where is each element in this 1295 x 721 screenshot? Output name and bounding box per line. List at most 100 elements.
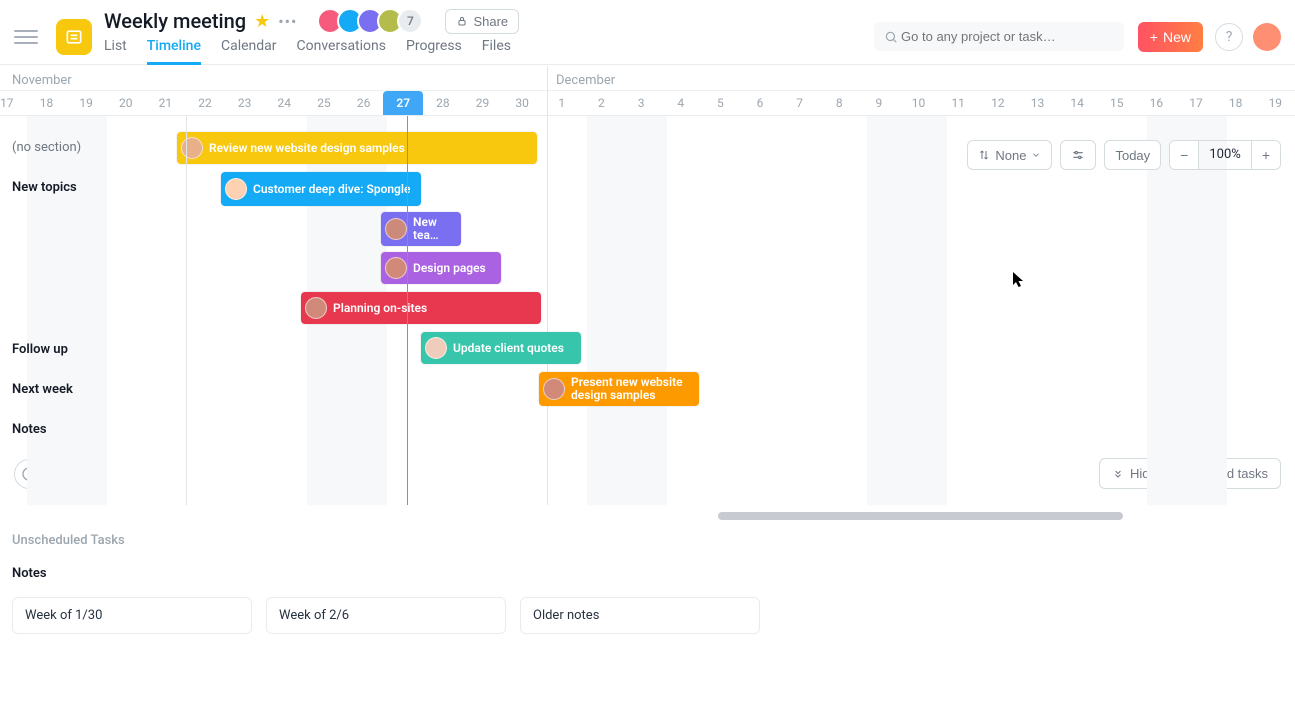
date-cell[interactable]: 21 xyxy=(146,91,186,115)
date-cell[interactable]: 4 xyxy=(661,91,701,115)
task-label: Planning on-sites xyxy=(333,301,427,315)
date-cell[interactable]: 7 xyxy=(780,91,820,115)
menu-hamburger-icon[interactable] xyxy=(14,25,38,49)
section-label[interactable]: New topics xyxy=(0,162,89,202)
date-cell[interactable]: 17 xyxy=(1176,91,1216,115)
task-bar[interactable]: Design pages xyxy=(381,252,501,284)
date-cell[interactable]: 18 xyxy=(1216,91,1256,115)
notes-heading: Notes xyxy=(12,566,1283,581)
date-cell[interactable]: 13 xyxy=(1018,91,1058,115)
tab-timeline[interactable]: Timeline xyxy=(147,38,201,65)
task-label: Review new website design samples xyxy=(209,141,405,155)
date-cell[interactable]: 30 xyxy=(502,91,542,115)
task-bar[interactable]: Update client quotes xyxy=(421,332,581,364)
task-bar[interactable]: Present new website design samples xyxy=(539,372,699,406)
search-input[interactable] xyxy=(901,29,1114,44)
weekend-stripe xyxy=(1187,116,1227,505)
date-cell[interactable]: 27 xyxy=(383,91,423,115)
help-button[interactable]: ? xyxy=(1215,23,1243,51)
app-header: Weekly meeting ★ ••• 7 Share List Timelin… xyxy=(0,0,1295,65)
date-cell[interactable]: 19 xyxy=(66,91,106,115)
task-bar[interactable]: New tea… xyxy=(381,212,461,246)
new-button[interactable]: + New xyxy=(1138,22,1203,52)
date-row: 1718192021222324252627282930123456789101… xyxy=(0,91,1295,115)
project-title[interactable]: Weekly meeting xyxy=(104,9,246,33)
date-cell[interactable]: 9 xyxy=(859,91,899,115)
tab-calendar[interactable]: Calendar xyxy=(221,38,277,65)
zoom-level: 100% xyxy=(1199,141,1251,169)
date-cell[interactable]: 5 xyxy=(701,91,741,115)
date-cell[interactable]: 28 xyxy=(423,91,463,115)
weekend-stripe xyxy=(867,116,907,505)
date-cell[interactable]: 10 xyxy=(899,91,939,115)
help-icon: ? xyxy=(1226,29,1233,45)
assignee-avatar xyxy=(225,178,247,200)
date-cell[interactable]: 29 xyxy=(463,91,503,115)
more-actions-icon[interactable]: ••• xyxy=(278,12,297,31)
current-user-avatar[interactable] xyxy=(1253,23,1281,51)
members-stack[interactable]: 7 xyxy=(323,8,423,34)
today-line xyxy=(407,116,408,505)
sort-button[interactable]: None xyxy=(967,140,1052,170)
section-label[interactable]: (no section) xyxy=(0,122,93,162)
timeline-grid[interactable]: (no section)New topics Follow upNext week… xyxy=(0,115,1295,505)
date-cell[interactable]: 26 xyxy=(344,91,384,115)
weekend-stripe xyxy=(907,116,947,505)
note-card[interactable]: Week of 1/30 xyxy=(12,597,252,634)
section-label[interactable]: Notes xyxy=(0,404,59,444)
date-cell[interactable]: 23 xyxy=(225,91,265,115)
assignee-avatar xyxy=(181,137,203,159)
share-label: Share xyxy=(473,14,508,29)
zoom-plus-button[interactable]: + xyxy=(1252,141,1280,169)
date-cell[interactable]: 22 xyxy=(185,91,225,115)
sort-label: None xyxy=(995,148,1026,163)
tab-files[interactable]: Files xyxy=(482,38,511,65)
search-box[interactable] xyxy=(874,22,1124,51)
note-card[interactable]: Older notes xyxy=(520,597,760,634)
project-icon[interactable] xyxy=(56,19,92,55)
date-cell[interactable]: 15 xyxy=(1097,91,1137,115)
zoom-out-button[interactable]: − xyxy=(1170,141,1199,169)
weekend-stripe xyxy=(587,116,627,505)
date-cell[interactable]: 25 xyxy=(304,91,344,115)
task-label: Design pages xyxy=(413,261,486,275)
date-cell[interactable]: 24 xyxy=(264,91,304,115)
today-button[interactable]: Today xyxy=(1104,140,1161,170)
assignee-avatar xyxy=(543,378,565,400)
date-cell[interactable]: 16 xyxy=(1137,91,1177,115)
tab-list[interactable]: List xyxy=(104,38,127,65)
date-cell[interactable]: 12 xyxy=(978,91,1018,115)
zoom-control: − 100% + xyxy=(1169,140,1281,170)
sliders-icon xyxy=(1071,148,1085,162)
double-chevron-down-icon xyxy=(1112,468,1124,480)
task-label: New tea… xyxy=(413,216,453,242)
sort-icon xyxy=(978,149,990,161)
date-cell[interactable]: 17 xyxy=(0,91,27,115)
section-label[interactable]: Next week xyxy=(0,364,85,404)
date-cell[interactable]: 18 xyxy=(27,91,67,115)
date-cell[interactable]: 8 xyxy=(819,91,859,115)
task-bar[interactable]: Planning on-sites xyxy=(301,292,541,324)
date-cell[interactable]: 6 xyxy=(740,91,780,115)
scrollbar-thumb[interactable] xyxy=(718,512,1123,520)
timeline: November December 1718192021222324252627… xyxy=(0,65,1295,521)
tab-conversations[interactable]: Conversations xyxy=(297,38,386,65)
date-cell[interactable]: 3 xyxy=(621,91,661,115)
filter-button[interactable] xyxy=(1060,140,1096,170)
date-cell[interactable]: 11 xyxy=(938,91,978,115)
horizontal-scrollbar[interactable] xyxy=(0,511,1295,521)
task-bar[interactable]: Review new website design samples xyxy=(177,132,537,164)
date-cell[interactable]: 14 xyxy=(1057,91,1097,115)
share-button[interactable]: Share xyxy=(445,9,519,34)
tab-progress[interactable]: Progress xyxy=(406,38,462,65)
task-label: Customer deep dive: Spongle xyxy=(253,183,410,196)
date-cell[interactable]: 19 xyxy=(1256,91,1295,115)
star-icon[interactable]: ★ xyxy=(254,11,270,32)
note-card[interactable]: Week of 2/6 xyxy=(266,597,506,634)
task-bar[interactable]: Customer deep dive: Spongle xyxy=(221,172,421,206)
assignee-avatar xyxy=(305,297,327,319)
date-cell[interactable]: 20 xyxy=(106,91,146,115)
date-cell[interactable]: 2 xyxy=(582,91,622,115)
section-label[interactable]: Follow up xyxy=(0,324,80,364)
member-count[interactable]: 7 xyxy=(397,8,423,34)
